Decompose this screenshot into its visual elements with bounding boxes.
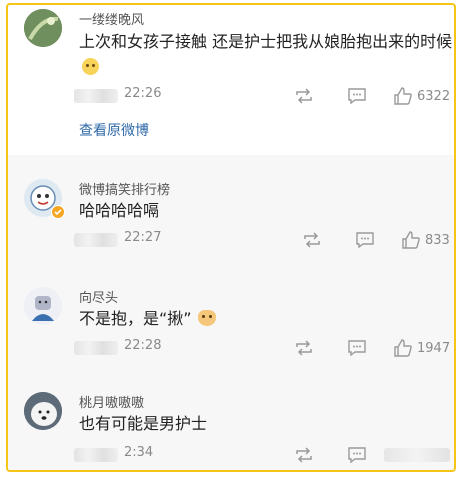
comment-icon (348, 340, 366, 356)
comment-text-content: 上次和女孩子接触 还是护士把我从娘胎抱出来的时候 (79, 32, 453, 51)
comments-panel: 一缕缕晚风 上次和女孩子接触 还是护士把我从娘胎抱出来的时候 22:26 632… (6, 3, 456, 472)
username[interactable]: 桃月嗷嗷嗷 (79, 392, 144, 411)
comment-meta: 2:34 (74, 445, 454, 465)
like-button[interactable]: 6322 (393, 86, 450, 106)
comment-icon (356, 232, 374, 248)
comment-item: 一缕缕晚风 上次和女孩子接触 还是护士把我从娘胎抱出来的时候 22:26 632… (8, 5, 454, 155)
thumbs-up-icon (402, 231, 420, 249)
avatar[interactable] (24, 9, 62, 47)
timestamp: 22:26 (124, 86, 162, 101)
comment-icon (348, 88, 366, 104)
comment-meta: 22:28 1947 (74, 338, 454, 358)
username[interactable]: 微博搞笑排行榜 (79, 179, 170, 198)
dog-emoji-icon (197, 310, 216, 326)
like-button[interactable]: 1947 (393, 338, 450, 358)
comment-icon (348, 447, 366, 463)
avatar[interactable] (24, 392, 62, 430)
repost-button[interactable] (302, 230, 322, 250)
blurred-source (74, 233, 118, 247)
repost-icon (296, 340, 312, 356)
repost-icon (296, 447, 312, 463)
repost-icon (304, 232, 320, 248)
like-button[interactable]: 833 (401, 230, 450, 250)
comment-text-content: 不是抱，是“揪” (79, 309, 192, 328)
comment-item: 桃月嗷嗷嗷 也有可能是男护士 2:34 (8, 375, 454, 470)
comment-meta: 22:26 6322 (74, 86, 454, 106)
comment-button[interactable] (347, 338, 367, 358)
like-count: 1947 (417, 340, 451, 356)
username[interactable]: 一缕缕晚风 (79, 9, 144, 28)
verified-badge-icon (51, 205, 65, 219)
avatar-image (24, 392, 62, 430)
like-count: 833 (425, 232, 450, 248)
timestamp: 22:27 (124, 230, 162, 245)
timestamp: 22:28 (124, 338, 162, 353)
comment-text: 上次和女孩子接触 还是护士把我从娘胎抱出来的时候 (79, 29, 454, 81)
repost-button[interactable] (294, 445, 314, 465)
comment-meta: 22:27 833 (74, 230, 454, 250)
avatar[interactable] (24, 287, 62, 325)
comment-button[interactable] (355, 230, 375, 250)
thumbs-up-icon (394, 339, 412, 357)
comment-item: 向尽头 不是抱，是“揪” 22:28 1947 (8, 265, 454, 375)
like-area-blurred (384, 445, 450, 465)
comment-text: 不是抱，是“揪” (79, 306, 454, 332)
comment-button[interactable] (347, 445, 367, 465)
avatar-image (24, 287, 62, 325)
comment-item: 微博搞笑排行榜 哈哈哈哈嗝 22:27 833 (8, 155, 454, 265)
repost-button[interactable] (294, 338, 314, 358)
thumbs-up-icon (394, 87, 412, 105)
like-count: 6322 (417, 88, 451, 104)
view-original-weibo-link[interactable]: 查看原微博 (79, 120, 149, 140)
blurred-source (74, 89, 118, 103)
blush-emoji-icon (82, 58, 99, 75)
avatar-image (24, 9, 62, 47)
blurred-like-area (384, 448, 450, 462)
repost-button[interactable] (294, 86, 314, 106)
comment-text: 也有可能是男护士 (79, 414, 208, 433)
comment-button[interactable] (347, 86, 367, 106)
comment-text: 哈哈哈哈嗝 (79, 201, 160, 220)
timestamp: 2:34 (124, 445, 154, 460)
blurred-source (74, 448, 118, 462)
blurred-source (74, 341, 118, 355)
repost-icon (296, 88, 312, 104)
username[interactable]: 向尽头 (79, 287, 118, 306)
